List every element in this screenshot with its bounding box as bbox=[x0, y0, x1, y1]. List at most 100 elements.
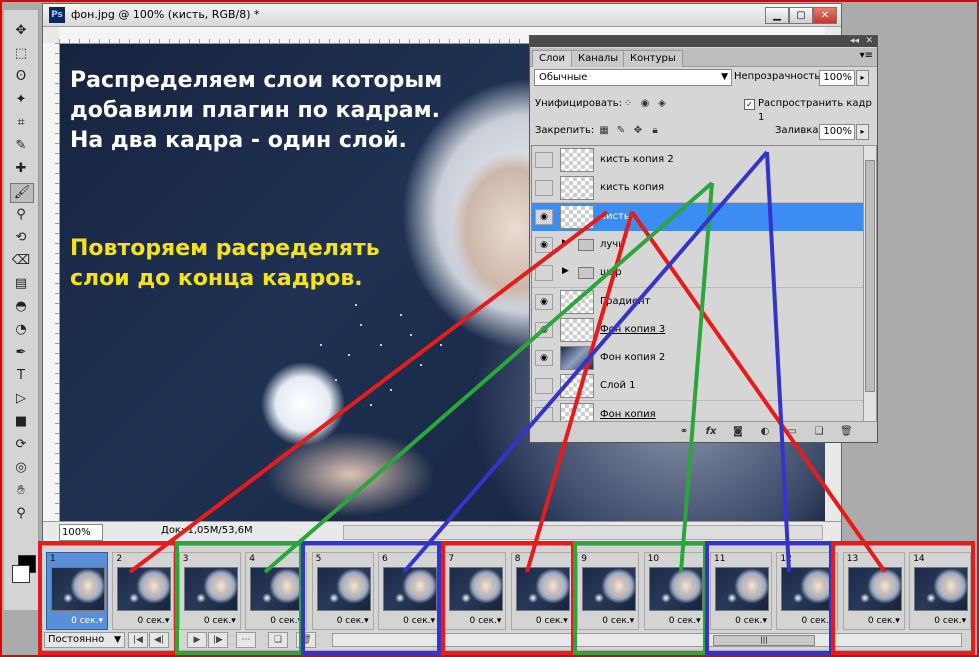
path-selection-icon[interactable]: ▷ bbox=[10, 390, 32, 408]
animation-frame[interactable]: 12 0 сек.▾ bbox=[776, 552, 839, 630]
animation-frame[interactable]: 11 0 сек.▾ bbox=[710, 552, 772, 630]
frame-delay[interactable]: 0 сек.▾ bbox=[669, 616, 701, 626]
tab-channels[interactable]: Каналы bbox=[571, 50, 626, 67]
marquee-tool-icon[interactable]: ⬚ bbox=[10, 45, 32, 63]
history-brush-icon[interactable]: ⟲ bbox=[10, 229, 32, 247]
type-tool-icon[interactable]: T bbox=[10, 367, 32, 385]
healing-brush-icon[interactable]: ✚ bbox=[10, 160, 32, 178]
eye-icon[interactable]: ◉ bbox=[535, 350, 553, 367]
new-layer-icon[interactable]: ❏ bbox=[813, 426, 825, 438]
tween-button[interactable]: ⋯ bbox=[236, 632, 256, 648]
fill-field[interactable]: 100% bbox=[819, 124, 855, 140]
zoom-tool-icon[interactable]: ⚲ bbox=[10, 505, 32, 523]
minimize-button[interactable]: ▁ bbox=[765, 7, 789, 24]
frame-delay[interactable]: 0 сек.▾ bbox=[868, 616, 900, 626]
animation-frame[interactable]: 3 0 сек.▾ bbox=[178, 552, 241, 630]
magic-wand-icon[interactable]: ✦ bbox=[10, 91, 32, 109]
layer-style-icon[interactable]: fx bbox=[705, 426, 717, 438]
frame-delay[interactable]: 0 сек.▾ bbox=[270, 616, 302, 626]
expand-triangle-icon[interactable]: ▶ bbox=[562, 266, 569, 276]
visibility-toggle[interactable] bbox=[535, 406, 553, 421]
lock-position-icon[interactable]: ✥ bbox=[632, 125, 644, 137]
3d-rotate-icon[interactable]: ⟳ bbox=[10, 436, 32, 454]
maximize-button[interactable]: ▢ bbox=[789, 7, 813, 24]
layer-row[interactable]: ◉ ▶ лучи bbox=[532, 230, 863, 260]
trash-icon[interactable]: 🗑︎ bbox=[840, 426, 853, 438]
animation-frame[interactable]: 10 0 сек.▾ bbox=[643, 552, 706, 630]
add-mask-icon[interactable]: ◙ bbox=[732, 426, 744, 438]
layers-scrollbar[interactable] bbox=[863, 145, 877, 422]
lock-transparency-icon[interactable]: ▦ bbox=[598, 125, 610, 137]
rectangle-tool-icon[interactable]: ■ bbox=[10, 413, 32, 431]
previous-frame-button[interactable]: ◀| bbox=[149, 632, 169, 648]
lasso-tool-icon[interactable]: ʘ bbox=[10, 68, 32, 86]
unify-style-icon[interactable]: ◈ bbox=[656, 98, 668, 110]
eye-icon[interactable]: ◉ bbox=[535, 321, 553, 338]
frame-delay[interactable]: 0 сек.▾ bbox=[204, 616, 236, 626]
tab-layers[interactable]: Слои bbox=[532, 50, 572, 67]
frame-delay[interactable]: 0 сек.▾ bbox=[337, 616, 369, 626]
animation-frame[interactable]: 1 0 сек.▾ bbox=[46, 552, 108, 630]
layer-row[interactable]: ▶ шар bbox=[532, 259, 863, 289]
eyedropper-icon[interactable]: ✎ bbox=[10, 137, 32, 155]
eye-icon[interactable]: ◉ bbox=[535, 236, 553, 253]
crop-tool-icon[interactable]: ⌗ bbox=[10, 114, 32, 132]
clone-stamp-icon[interactable]: ⚲ bbox=[10, 206, 32, 224]
scroll-thumb[interactable]: ||| bbox=[713, 635, 815, 646]
animation-frame[interactable]: 6 0 сек.▾ bbox=[378, 552, 440, 630]
lock-pixels-icon[interactable]: ✎ bbox=[615, 125, 627, 137]
blur-tool-icon[interactable]: ◓ bbox=[10, 298, 32, 316]
frame-delay[interactable]: 0 сек.▾ bbox=[934, 616, 966, 626]
collapse-icon[interactable]: ◂◂ bbox=[850, 36, 859, 47]
frame-delay[interactable]: 0 сек.▾ bbox=[536, 616, 568, 626]
layer-row[interactable]: ◉ кисть bbox=[532, 202, 863, 232]
zoom-field[interactable]: 100% bbox=[59, 524, 103, 541]
animation-frame[interactable]: 4 0 сек.▾ bbox=[245, 552, 308, 630]
dodge-tool-icon[interactable]: ◔ bbox=[10, 321, 32, 339]
visibility-toggle[interactable] bbox=[535, 265, 553, 282]
animation-frame[interactable]: 9 0 сек.▾ bbox=[577, 552, 640, 630]
panel-menu-icon[interactable]: ▾≡ bbox=[860, 50, 873, 61]
scroll-thumb[interactable] bbox=[865, 160, 875, 392]
opacity-field[interactable]: 100% bbox=[819, 70, 855, 86]
delete-frame-icon[interactable]: 🗑︎ bbox=[296, 632, 316, 648]
close-panel-icon[interactable]: ✕ bbox=[865, 36, 873, 47]
first-frame-button[interactable]: |◀ bbox=[128, 632, 148, 648]
blend-mode-select[interactable]: Обычные ▼ bbox=[534, 69, 732, 86]
visibility-toggle[interactable] bbox=[535, 378, 553, 395]
animation-frame[interactable]: 2 0 сек.▾ bbox=[112, 552, 175, 630]
play-button[interactable]: ▶ bbox=[187, 632, 207, 648]
layer-row[interactable]: ◉ Фон копия 2 bbox=[532, 344, 863, 374]
adjustment-layer-icon[interactable]: ◐ bbox=[759, 426, 771, 438]
layer-row[interactable]: Слой 1 bbox=[532, 372, 863, 402]
expand-triangle-icon[interactable]: ▶ bbox=[562, 238, 569, 248]
eraser-icon[interactable]: ⌫ bbox=[10, 252, 32, 270]
visibility-toggle[interactable] bbox=[535, 152, 553, 168]
next-frame-button[interactable]: |▶ bbox=[208, 632, 228, 648]
eye-icon[interactable]: ◉ bbox=[535, 293, 553, 310]
frames-scrollbar[interactable]: ||| bbox=[332, 633, 962, 647]
gradient-tool-icon[interactable]: ▤ bbox=[10, 275, 32, 293]
fill-slider-button[interactable]: ▸ bbox=[856, 124, 869, 140]
unify-position-icon[interactable]: ⁘ bbox=[622, 98, 634, 110]
eye-icon[interactable]: ◉ bbox=[535, 208, 553, 225]
frame-delay[interactable]: 0 сек.▾ bbox=[602, 616, 634, 626]
layer-row[interactable]: кисть копия bbox=[532, 174, 863, 204]
unify-visibility-icon[interactable]: ◉ bbox=[639, 98, 651, 110]
frame-delay[interactable]: 0 сек.▾ bbox=[138, 616, 170, 626]
new-group-icon[interactable]: ▭ bbox=[786, 426, 798, 438]
layer-row[interactable]: ◉ Фон копия 3 bbox=[532, 315, 863, 345]
frame-delay[interactable]: 0 сек.▾ bbox=[403, 616, 435, 626]
move-tool-icon[interactable]: ✥ bbox=[10, 22, 32, 40]
animation-frame[interactable]: 8 0 сек.▾ bbox=[510, 552, 573, 630]
frame-delay[interactable]: 0 сек.▾ bbox=[470, 616, 502, 626]
visibility-toggle[interactable] bbox=[535, 180, 553, 197]
animation-frame[interactable]: 13 0 сек.▾ bbox=[842, 552, 905, 630]
document-titlebar[interactable]: Ps фон.jpg @ 100% (кисть, RGB/8) * ▁ ▢ ✕ bbox=[43, 4, 841, 27]
foreground-color-swatch[interactable] bbox=[12, 565, 30, 583]
pen-tool-icon[interactable]: ✒ bbox=[10, 344, 32, 362]
frame-delay[interactable]: 0 сек.▾ bbox=[735, 616, 767, 626]
tab-paths[interactable]: Контуры bbox=[623, 50, 683, 67]
layer-row[interactable]: Фон копия bbox=[532, 400, 863, 421]
layer-row[interactable]: ◉ Градиент bbox=[532, 287, 863, 317]
